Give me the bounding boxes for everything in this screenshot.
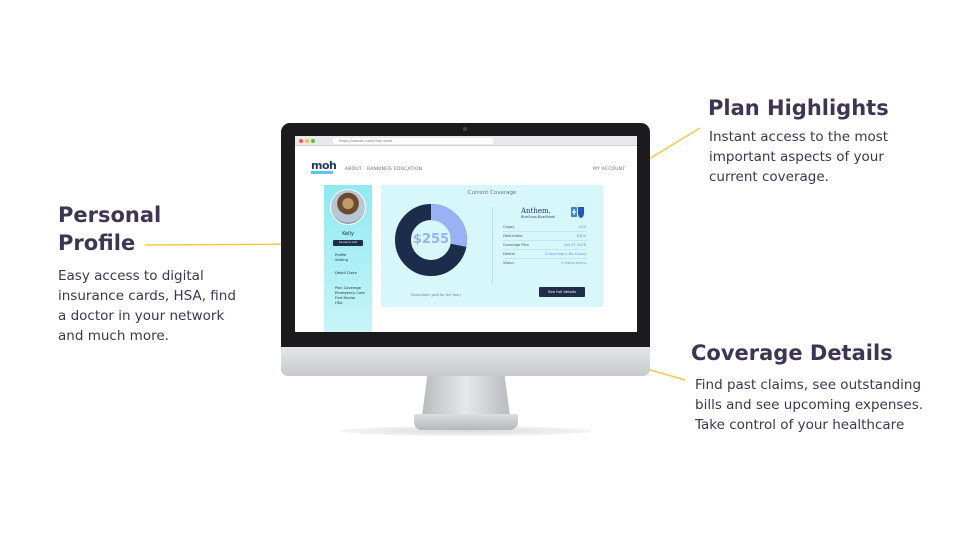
monitor-chin bbox=[281, 347, 650, 376]
plan-line: current coverage. bbox=[709, 169, 829, 185]
sidebar-item-hsa[interactable]: HSA bbox=[335, 301, 343, 305]
sidebar-item-detail-claim[interactable]: Detail Claim bbox=[335, 271, 357, 275]
sidebar-item-find-doctor[interactable]: Find Doctor bbox=[335, 296, 356, 300]
profile-line: and much more. bbox=[58, 328, 169, 344]
sidebar-item-setting[interactable]: Setting bbox=[335, 258, 348, 262]
coverage-line: Take control of your healthcare bbox=[695, 417, 905, 433]
nav-education[interactable]: EDUCATION bbox=[394, 167, 422, 172]
coverage-details-title: Coverage Details bbox=[691, 341, 893, 365]
close-window-dot[interactable] bbox=[299, 139, 303, 143]
panel-divider bbox=[492, 207, 493, 285]
profile-line: Easy access to digital bbox=[58, 268, 204, 284]
personal-profile-title: Personal Profile bbox=[58, 201, 198, 257]
insurer-logo-subtext: BlueCross BlueShield bbox=[521, 215, 555, 219]
profile-sidebar: Kelly Insurance card Profile Setting Det… bbox=[324, 185, 372, 332]
plan-line: Instant access to the most bbox=[709, 129, 889, 145]
plan-highlights-description: Instant access to the most important asp… bbox=[709, 127, 939, 187]
browser-toolbar: https://domain.com/ting-name bbox=[295, 136, 637, 146]
profile-title-line: Profile bbox=[58, 231, 136, 255]
personal-profile-description: Easy access to digital insurance cards, … bbox=[58, 266, 258, 346]
profile-title-line: Personal bbox=[58, 203, 162, 227]
vision-value: 2 vision exam bbox=[560, 261, 586, 265]
deductible-donut[interactable]: $255 bbox=[393, 202, 469, 278]
vision-label: Vision bbox=[503, 261, 514, 265]
insurer-logo-text: Anthem. bbox=[521, 207, 551, 215]
dental-label: Dental bbox=[503, 252, 515, 256]
dental-value: 2 cleanings | No Copay bbox=[544, 252, 586, 256]
sidebar-item-plan-coverage[interactable]: Plan Coverage bbox=[335, 286, 361, 290]
plan-line: important aspects of your bbox=[709, 149, 884, 165]
plan-highlights-title: Plan Highlights bbox=[708, 96, 889, 120]
deductible-value: $300 bbox=[576, 234, 586, 238]
donut-caption: Deductible (paid for the Year) bbox=[411, 293, 461, 297]
profile-line: a doctor in your network bbox=[58, 308, 225, 324]
monitor-camera bbox=[463, 127, 467, 131]
minimize-window-dot[interactable] bbox=[305, 139, 309, 143]
coverage-plan-value: Jan 07 2018 bbox=[564, 243, 586, 247]
coverage-plan-label: Coverage Plan bbox=[503, 243, 530, 247]
insurance-card-button[interactable]: Insurance card bbox=[333, 240, 363, 246]
donut-value: $255 bbox=[412, 232, 450, 247]
coverage-line: Find past claims, see outstanding bbox=[695, 377, 922, 393]
see-full-details-button[interactable]: See full details bbox=[539, 287, 585, 297]
sidebar-item-emergency-care[interactable]: Emergency Care bbox=[335, 291, 365, 295]
brand-logo-bar bbox=[311, 171, 333, 174]
nav-about[interactable]: ABOUT bbox=[345, 167, 362, 172]
coverage-panel-title: Current Coverage bbox=[467, 190, 517, 196]
copay-label: Copay bbox=[503, 225, 515, 229]
maximize-window-dot[interactable] bbox=[311, 139, 315, 143]
coverage-details-description: Find past claims, see outstanding bills … bbox=[695, 375, 945, 435]
monitor-stand-neck bbox=[422, 376, 510, 416]
current-coverage-panel: Current Coverage $255 Deductible (paid f… bbox=[381, 185, 603, 307]
deductible-label: Deductible bbox=[503, 234, 523, 238]
row-separator bbox=[503, 231, 587, 232]
row-separator bbox=[503, 240, 587, 241]
row-separator bbox=[503, 258, 587, 259]
address-bar[interactable]: https://domain.com/ting-name bbox=[333, 138, 493, 144]
profile-line: insurance cards, HSA, find bbox=[58, 288, 236, 304]
sidebar-item-profile[interactable]: Profile bbox=[335, 253, 346, 257]
blue-cross-shield-icon bbox=[571, 207, 584, 218]
row-separator bbox=[503, 249, 587, 250]
brand-logo[interactable]: moh bbox=[311, 160, 337, 171]
coverage-line: bills and see upcoming expenses. bbox=[695, 397, 924, 413]
copay-value: $25 bbox=[579, 225, 586, 229]
nav-rankings[interactable]: RANKINGS bbox=[367, 167, 392, 172]
nav-my-account[interactable]: MY ACCOUNT bbox=[593, 167, 625, 172]
user-name: Kelly bbox=[342, 231, 354, 237]
monitor-screen: https://domain.com/ting-name moh ABOUT R… bbox=[295, 136, 637, 332]
user-avatar[interactable] bbox=[330, 189, 366, 225]
monitor-stand-base bbox=[414, 414, 518, 430]
